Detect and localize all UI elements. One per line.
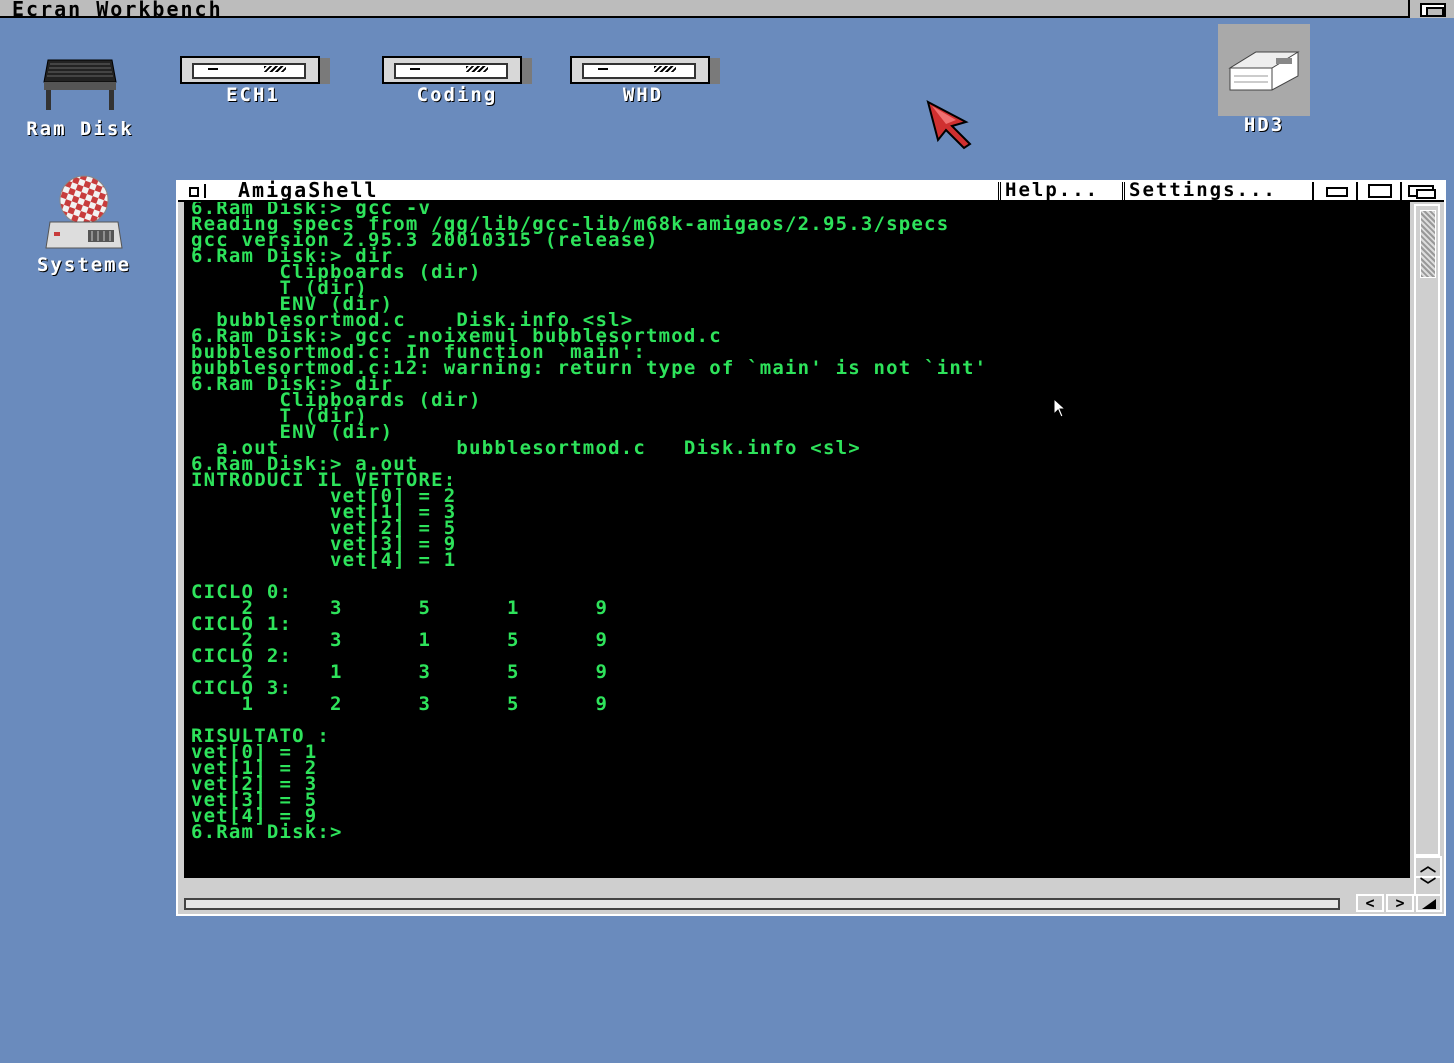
ech1-label: ECH1 (226, 84, 280, 106)
drive-icon (382, 56, 532, 84)
hard-drive-icon (1228, 51, 1300, 91)
ram-disk-icon-group[interactable]: Ram Disk (14, 52, 146, 140)
console-output: 6.Ram Disk:> gcc -v Reading specs from /… (191, 202, 988, 843)
screen-depth-gadget[interactable] (1408, 0, 1454, 18)
scroll-up-button[interactable]: ︿ (1414, 856, 1442, 878)
boing-ball-icon (45, 175, 123, 249)
window-title: AmigaShell (238, 178, 379, 202)
screen-title-bar: Ecran Workbench (0, 0, 1454, 21)
depth-front-icon (1426, 7, 1444, 17)
systeme-icon-group[interactable]: Systeme (22, 172, 146, 276)
scroll-thumb[interactable] (1420, 210, 1436, 278)
close-icon (189, 187, 199, 197)
scroll-down-button[interactable]: ﹀ (1414, 876, 1442, 896)
hd3-icon-group[interactable]: HD3 (1218, 24, 1310, 136)
depth-button[interactable] (1400, 182, 1444, 200)
hd3-label: HD3 (1243, 114, 1285, 136)
chevron-down-icon: ﹀ (1419, 876, 1436, 895)
scroll-right-button[interactable]: > (1386, 894, 1414, 912)
window-title-bar[interactable]: AmigaShell Help... Settings... (178, 178, 1444, 202)
text-pointer-icon (1053, 398, 1067, 418)
ram-disk-label: Ram Disk (26, 118, 134, 140)
resize-gadget[interactable] (1416, 894, 1442, 912)
scroll-left-button[interactable]: < (1356, 894, 1384, 912)
iconify-button[interactable] (1312, 182, 1356, 200)
depth-front-icon (1416, 189, 1436, 199)
help-button[interactable]: Help... (998, 181, 1122, 200)
drive-icon (180, 56, 330, 84)
vertical-scrollbar[interactable] (1414, 204, 1440, 856)
systeme-label: Systeme (36, 254, 132, 276)
zoom-icon (1368, 184, 1392, 198)
ram-disk-icon (43, 59, 117, 110)
horizontal-scrollbar[interactable] (184, 898, 1340, 910)
zoom-button[interactable] (1356, 182, 1400, 200)
coding-label: Coding (416, 84, 498, 106)
iconify-icon (1326, 187, 1348, 197)
chevron-right-icon: > (1395, 894, 1405, 912)
hd3-selection (1218, 24, 1310, 116)
shell-console[interactable]: 6.Ram Disk:> gcc -v Reading specs from /… (184, 202, 1410, 878)
mouse-pointer-icon (926, 100, 972, 150)
drive-icon (570, 56, 720, 84)
whd-label: WHD (622, 84, 664, 106)
chevron-up-icon: ︿ (1419, 856, 1436, 875)
chevron-left-icon: < (1365, 894, 1375, 912)
amigashell-window[interactable]: AmigaShell Help... Settings... 6.Ram Dis… (176, 178, 1446, 916)
settings-button[interactable]: Settings... (1122, 181, 1310, 200)
close-button[interactable] (182, 184, 206, 198)
screen-title: Ecran Workbench (12, 0, 223, 21)
